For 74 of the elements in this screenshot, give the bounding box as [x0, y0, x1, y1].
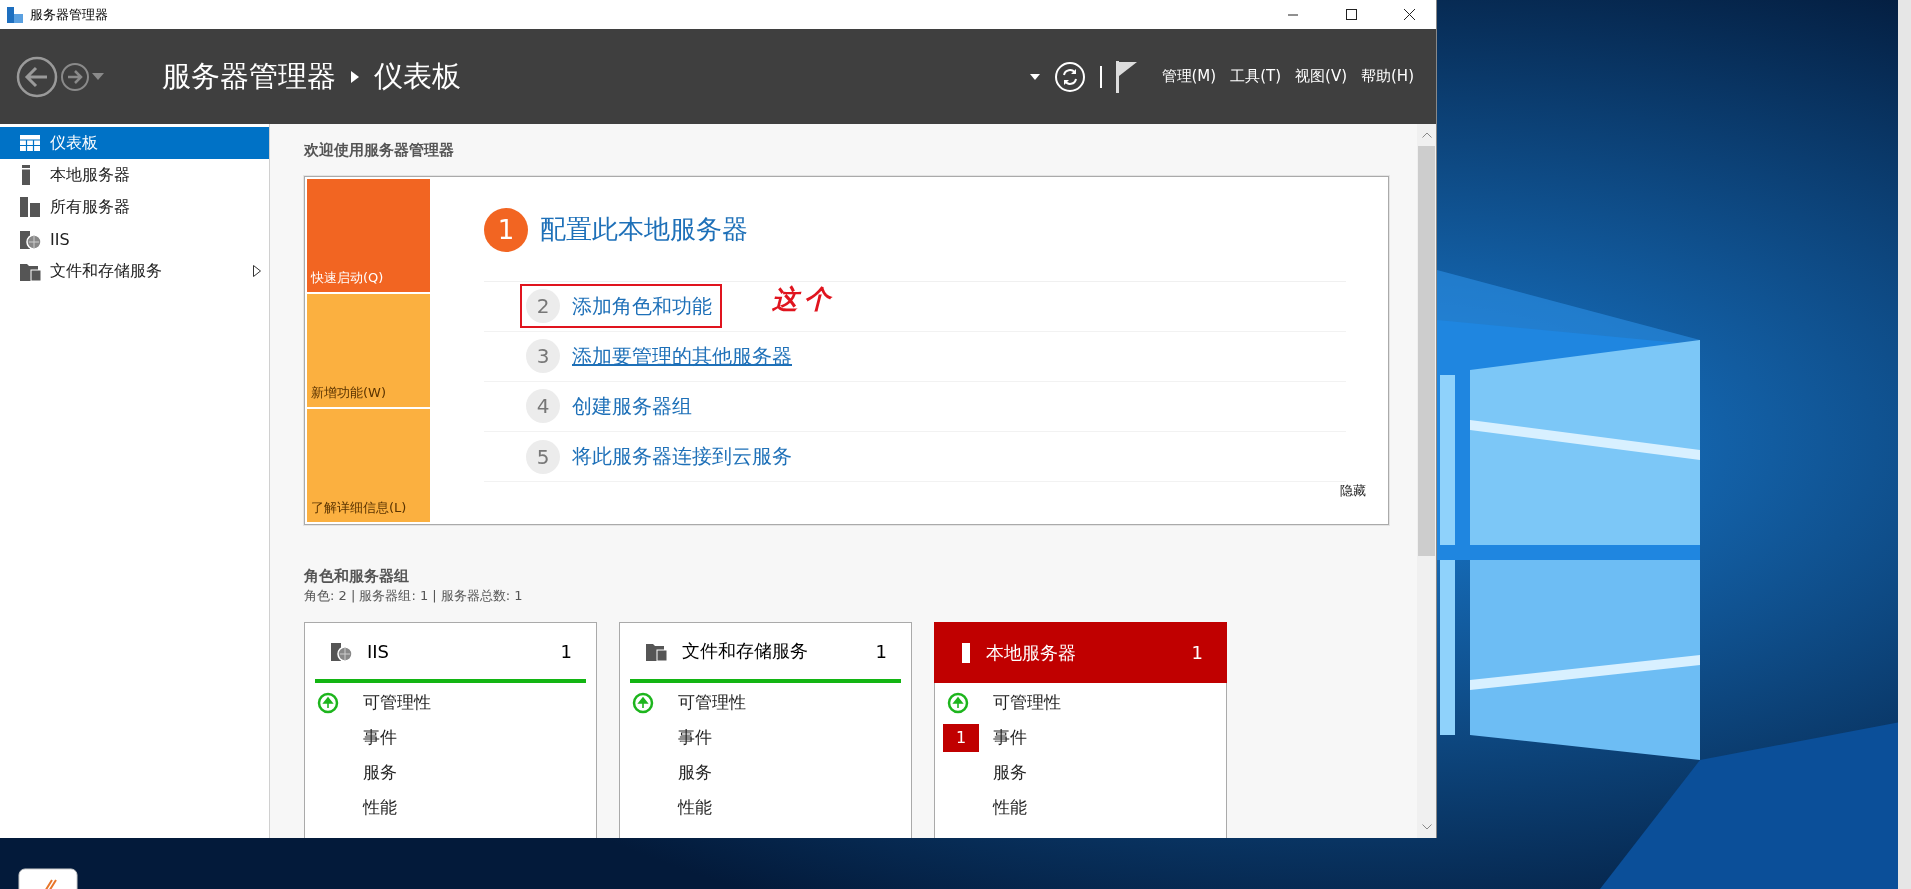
- step-number: 3: [526, 339, 560, 374]
- task-link[interactable]: 5 将此服务器连接到云服务: [520, 434, 802, 479]
- status-label[interactable]: 可管理性: [993, 691, 1061, 714]
- role-card[interactable]: IIS 1 可管理性 事件 服务 性能: [304, 622, 597, 838]
- count-label: 1: [875, 640, 887, 662]
- forward-icon[interactable]: [60, 61, 90, 92]
- status-label[interactable]: 性能: [363, 796, 397, 819]
- task-link[interactable]: 3 添加要管理的其他服务器: [520, 334, 802, 379]
- folder-icon: [646, 641, 668, 661]
- folder-icon: [20, 261, 42, 281]
- app-icon: [6, 5, 24, 24]
- sidebar-item[interactable]: 文件和存储服务: [0, 255, 269, 287]
- sidebar-item[interactable]: IIS: [0, 223, 269, 255]
- separator-icon: [1099, 65, 1102, 88]
- back-icon[interactable]: [16, 55, 58, 98]
- step-title[interactable]: 配置此本地服务器: [540, 212, 748, 248]
- app-shortcut-icon[interactable]: [18, 868, 78, 889]
- count-badge: 1: [943, 723, 979, 752]
- menu-item[interactable]: 工具(T): [1230, 67, 1282, 86]
- task-link[interactable]: 4 创建服务器组: [520, 384, 702, 429]
- section-heading: 欢迎使用服务器管理器: [304, 141, 455, 160]
- caret-icon[interactable]: [1029, 73, 1040, 80]
- server-icon: [960, 642, 972, 663]
- step-number: 4: [526, 389, 560, 424]
- breadcrumb-item[interactable]: 仪表板: [374, 56, 461, 97]
- expand-icon[interactable]: [253, 265, 261, 277]
- status-label[interactable]: 事件: [993, 726, 1027, 749]
- status-label[interactable]: 服务: [363, 761, 397, 784]
- role-card[interactable]: 文件和存储服务 1 可管理性 事件 服务 性能: [619, 622, 912, 838]
- annotation-text: 这个: [772, 282, 836, 316]
- menu-item[interactable]: 管理(M): [1161, 67, 1217, 86]
- count-label: 1: [560, 640, 572, 662]
- status-label[interactable]: 服务: [993, 761, 1027, 784]
- menu-item[interactable]: 视图(V): [1295, 67, 1347, 86]
- count-label: 1: [1191, 642, 1203, 663]
- globe-server-icon: [20, 229, 42, 249]
- step-number: 2: [526, 289, 560, 324]
- quick-tile[interactable]: 了解详细信息(L): [307, 409, 430, 522]
- sidebar-item[interactable]: 仪表板: [0, 127, 269, 159]
- status-label[interactable]: 服务: [678, 761, 712, 784]
- status-label[interactable]: 可管理性: [678, 691, 746, 714]
- breadcrumb-item[interactable]: 服务器管理器: [162, 56, 336, 97]
- menu-item[interactable]: 帮助(H): [1361, 67, 1414, 86]
- scroll-thumb[interactable]: [1418, 146, 1435, 556]
- status-label[interactable]: 事件: [363, 726, 397, 749]
- status-label[interactable]: 事件: [678, 726, 712, 749]
- scroll-up-icon[interactable]: [1421, 132, 1432, 138]
- summary-text: 角色: 2 | 服务器组: 1 | 服务器总数: 1: [304, 587, 524, 605]
- task-link[interactable]: 2 添加角色和功能: [520, 284, 722, 329]
- globe-server-icon: [331, 641, 353, 661]
- sidebar-item[interactable]: 本地服务器: [0, 159, 269, 191]
- card-title: IIS: [367, 640, 391, 662]
- step-number: 5: [526, 439, 560, 474]
- window-title: 服务器管理器: [30, 5, 108, 24]
- flag-icon[interactable]: [1115, 60, 1138, 93]
- status-label[interactable]: 性能: [678, 796, 712, 819]
- step-number: 1: [484, 207, 528, 252]
- sidebar-item[interactable]: 所有服务器: [0, 191, 269, 223]
- quick-tile[interactable]: 新增功能(W): [307, 294, 430, 407]
- refresh-icon[interactable]: [1053, 60, 1086, 93]
- grid-icon: [20, 135, 40, 151]
- scrollbar[interactable]: [1417, 124, 1436, 838]
- scroll-down-icon[interactable]: [1421, 824, 1432, 830]
- scrollbar[interactable]: [1898, 0, 1911, 889]
- status-label[interactable]: 性能: [993, 796, 1027, 819]
- role-card[interactable]: 本地服务器 1 可管理性 1 事件 服务 性能: [934, 622, 1227, 838]
- section-heading: 角色和服务器组: [304, 567, 410, 586]
- server-icon: [20, 165, 32, 185]
- status-label[interactable]: 可管理性: [363, 691, 431, 714]
- card-title: 本地服务器: [986, 640, 1077, 665]
- chevron-icon: [350, 69, 360, 84]
- hide-link[interactable]: 隐藏: [1340, 482, 1366, 500]
- servers-icon: [20, 197, 40, 217]
- card-title: 文件和存储服务: [682, 639, 809, 663]
